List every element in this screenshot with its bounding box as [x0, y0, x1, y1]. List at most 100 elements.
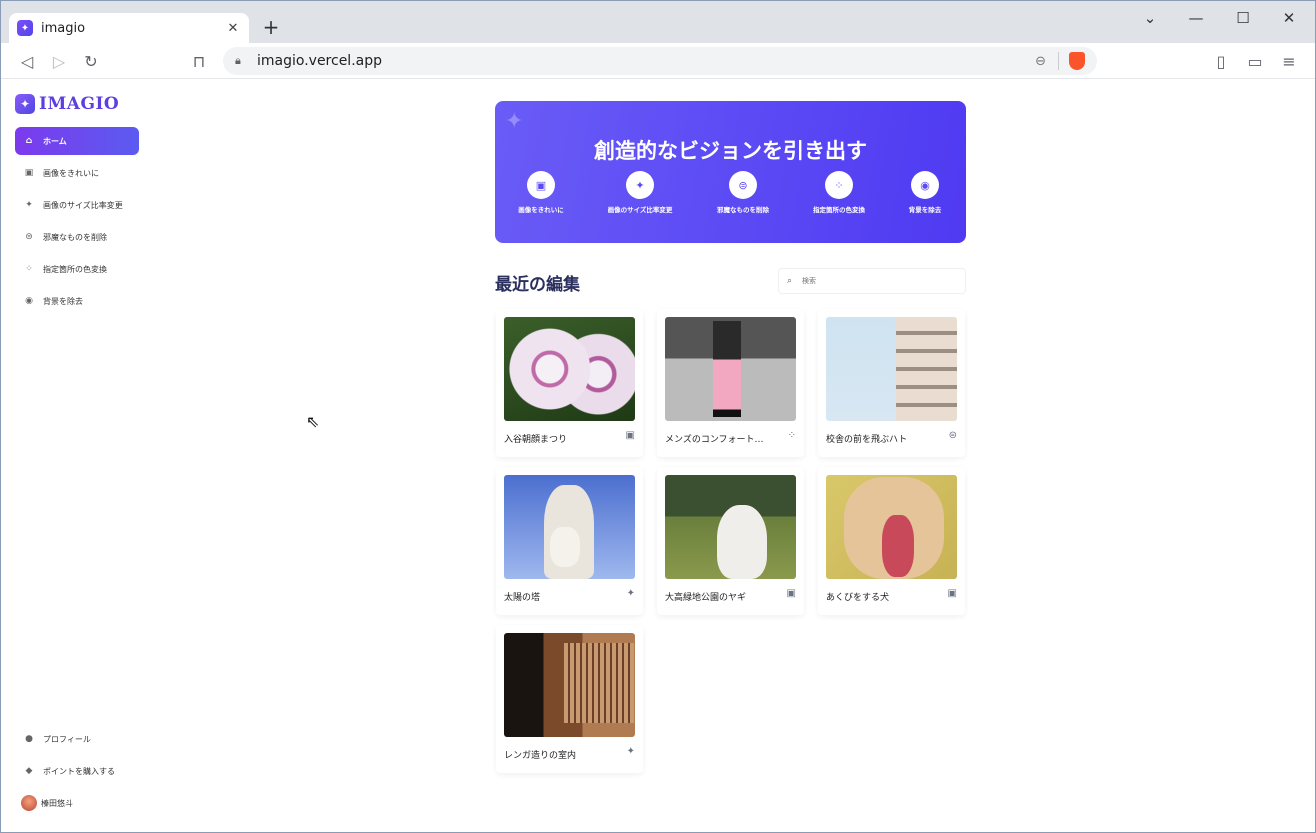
card-title: 校舎の前を飛ぶハト	[826, 435, 908, 445]
sidebar-item-remove-object[interactable]: ⊜ 邪魔なものを削除	[15, 223, 139, 251]
recent-edits-title: 最近の編集	[495, 275, 580, 295]
new-tab-button[interactable]: +	[261, 17, 281, 37]
bookmark-icon[interactable]: ⊓	[189, 51, 209, 71]
close-icon[interactable]: ✕	[1274, 9, 1304, 27]
browser-window: ✦ imagio ✕ + ⌄ — ☐ ✕ ◁ ▷ ↻ ⊓ 🔒︎ imagio.v…	[0, 0, 1316, 833]
action-label: 背景を除去	[908, 206, 942, 214]
action-enhance[interactable]: ▣ 画像をきれいに	[491, 171, 591, 214]
forward-icon[interactable]: ▷	[49, 51, 69, 71]
home-icon: ⌂	[25, 136, 33, 146]
card-title: メンズのコンフォート…	[665, 435, 764, 445]
sidebar: ✦ IMAGIO ⌂ ホーム ▣ 画像をきれいに ✦ 画像のサイズ比率変更 ⊜	[1, 80, 151, 832]
action-recolor[interactable]: ⁘ 指定箇所の色変換	[789, 171, 889, 214]
image-icon: ▣	[947, 588, 957, 599]
app-logo[interactable]: ✦ IMAGIO	[15, 94, 119, 114]
sidebar-item-home[interactable]: ⌂ ホーム	[15, 127, 139, 155]
tab-strip: ✦ imagio ✕ + ⌄ — ☐ ✕	[1, 1, 1315, 43]
recent-card[interactable]: 太陽の塔 ✦	[496, 467, 643, 615]
erase-icon: ⊜	[948, 430, 957, 441]
card-title: 大高緑地公園のヤギ	[665, 593, 747, 603]
thumbnail-image	[826, 475, 957, 579]
browser-tab[interactable]: ✦ imagio ✕	[9, 13, 249, 43]
sidebar-toggle-icon[interactable]: ▯	[1211, 51, 1231, 71]
recent-card[interactable]: あくびをする犬 ▣	[818, 467, 965, 615]
action-label: 指定箇所の色変換	[813, 206, 865, 214]
search-box[interactable]: ⌕	[778, 268, 966, 294]
maximize-icon[interactable]: ☐	[1228, 9, 1258, 27]
sparkle-icon: ✦	[626, 746, 635, 757]
browser-toolbar: ◁ ▷ ↻ ⊓ 🔒︎ imagio.vercel.app ⊖ ▯ ▭ ≡	[1, 43, 1315, 79]
logo-mark-icon: ✦	[15, 94, 35, 114]
action-label: 画像のサイズ比率変更	[607, 206, 673, 214]
recent-card[interactable]: メンズのコンフォート… ⁘	[657, 309, 804, 457]
sparkle-icon: ✦	[626, 171, 654, 199]
sidebar-item-enhance[interactable]: ▣ 画像をきれいに	[15, 159, 139, 187]
search-input[interactable]	[802, 277, 952, 285]
image-icon: ▣	[527, 171, 555, 199]
sparkle-icon: ✦	[626, 588, 635, 599]
bag-icon: ◆	[25, 766, 33, 776]
thumbnail-image	[665, 317, 796, 421]
sidebar-item-label: プロフィール	[43, 734, 91, 744]
action-label: 邪魔なものを削除	[717, 206, 769, 214]
mouse-cursor-icon: ⇖	[306, 412, 320, 431]
card-title: 太陽の塔	[504, 593, 541, 603]
chevron-down-icon[interactable]: ⌄	[1135, 9, 1165, 27]
sidebar-item-label: 画像をきれいに	[43, 168, 99, 178]
thumbnail-image	[826, 317, 957, 421]
sidebar-item-user[interactable]: 榛田悠斗	[15, 789, 139, 817]
hero-title: 創造的なビジョンを引き出す	[594, 139, 867, 163]
wallet-icon[interactable]: ▭	[1245, 51, 1265, 71]
tab-title: imagio	[41, 20, 86, 36]
search-icon: ⌕	[787, 276, 793, 286]
page-content: ✦ IMAGIO ⌂ ホーム ▣ 画像をきれいに ✦ 画像のサイズ比率変更 ⊜	[1, 80, 1315, 832]
sidebar-item-label: ホーム	[43, 136, 67, 146]
tab-close-icon[interactable]: ✕	[225, 21, 241, 36]
url-text[interactable]: imagio.vercel.app	[257, 53, 1035, 69]
sparkle-decoration-icon: ✦	[505, 109, 524, 134]
user-icon: ●	[25, 734, 33, 744]
menu-icon[interactable]: ≡	[1279, 51, 1299, 71]
image-icon: ▣	[625, 430, 635, 441]
sidebar-item-profile[interactable]: ● プロフィール	[15, 725, 139, 753]
reload-icon[interactable]: ↻	[81, 51, 101, 71]
palette-icon: ⁘	[787, 430, 796, 441]
recent-card[interactable]: 校舎の前を飛ぶハト ⊜	[818, 309, 965, 457]
thumbnail-image	[504, 317, 635, 421]
thumbnail-image	[665, 475, 796, 579]
sidebar-item-label: 画像のサイズ比率変更	[43, 200, 123, 210]
palette-icon: ⁘	[825, 171, 853, 199]
minimize-icon[interactable]: —	[1181, 9, 1211, 27]
action-resize[interactable]: ✦ 画像のサイズ比率変更	[590, 171, 690, 214]
user-name: 榛田悠斗	[41, 798, 73, 808]
lock-icon: 🔒︎	[235, 54, 241, 67]
image-icon: ▣	[786, 588, 796, 599]
recent-card[interactable]: 大高緑地公園のヤギ ▣	[657, 467, 804, 615]
erase-icon: ⊜	[25, 232, 33, 242]
card-title: あくびをする犬	[826, 593, 890, 603]
sidebar-item-resize[interactable]: ✦ 画像のサイズ比率変更	[15, 191, 139, 219]
card-title: 入谷朝顔まつり	[504, 435, 568, 445]
recent-card[interactable]: 入谷朝顔まつり ▣	[496, 309, 643, 457]
action-remove-background[interactable]: ◉ 背景を除去	[875, 171, 975, 214]
action-remove-object[interactable]: ⊜ 邪魔なものを削除	[693, 171, 793, 214]
imagio-favicon-icon: ✦	[17, 20, 33, 36]
hero-banner: ✦ 創造的なビジョンを引き出す ▣ 画像をきれいに ✦ 画像のサイズ比率変更 ⊜…	[495, 101, 966, 243]
address-bar[interactable]: 🔒︎ imagio.vercel.app ⊖	[223, 47, 1097, 75]
sidebar-item-label: 指定箇所の色変換	[43, 264, 107, 274]
sidebar-bottom-nav: ● プロフィール ◆ ポイントを購入する 榛田悠斗	[15, 725, 139, 821]
sparkle-icon: ✦	[25, 200, 33, 210]
sidebar-item-buy-points[interactable]: ◆ ポイントを購入する	[15, 757, 139, 785]
thumbnail-image	[504, 633, 635, 737]
brave-shield-icon[interactable]	[1069, 52, 1085, 70]
zoom-icon[interactable]: ⊖	[1035, 54, 1046, 69]
card-title: レンガ造りの室内	[504, 751, 577, 761]
sidebar-item-label: ポイントを購入する	[43, 766, 115, 776]
sidebar-item-recolor[interactable]: ⁘ 指定箇所の色変換	[15, 255, 139, 283]
sidebar-item-label: 背景を除去	[43, 296, 83, 306]
sidebar-item-remove-background[interactable]: ◉ 背景を除去	[15, 287, 139, 315]
image-icon: ▣	[24, 168, 34, 178]
back-icon[interactable]: ◁	[17, 51, 37, 71]
erase-icon: ⊜	[729, 171, 757, 199]
recent-card[interactable]: レンガ造りの室内 ✦	[496, 625, 643, 773]
